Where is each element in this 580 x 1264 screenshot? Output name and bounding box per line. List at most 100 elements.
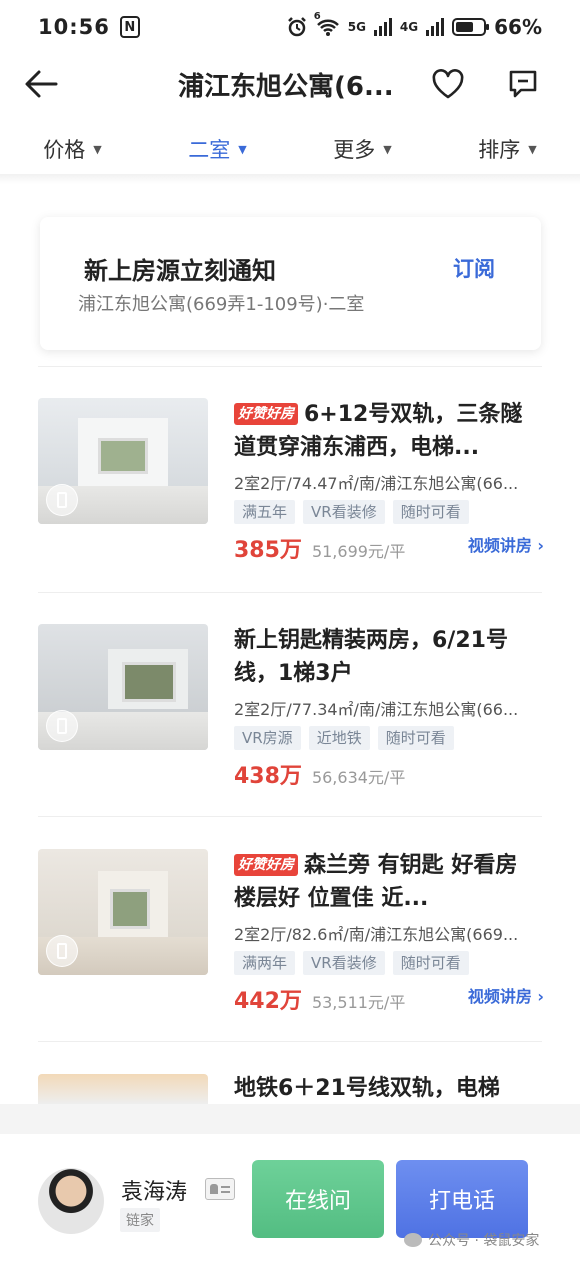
signal-icon xyxy=(373,18,392,36)
agent-name[interactable]: 袁海涛 xyxy=(121,1174,187,1206)
good-house-badge: 好赞好房 xyxy=(234,403,298,425)
tag: 满五年 xyxy=(234,500,296,524)
wifi-icon: 6 xyxy=(314,11,340,37)
listing-meta: 2室2厅/74.47㎡/南/浦江东旭公寓(66... xyxy=(234,474,519,493)
status-bar: 10:56 N 6 5G 4G 66% xyxy=(0,0,580,54)
id-card-icon[interactable] xyxy=(205,1178,235,1200)
listing-info: 好赞好房 森兰旁 有钥匙 好看房 楼层好 位置佳 近... 2室2厅/82.6㎡/… xyxy=(234,849,544,1015)
filter-label: 二室 xyxy=(188,138,231,162)
unit-price: 56,634元/平 xyxy=(311,768,406,787)
watermark: 公众号 · 袋鼠安家 xyxy=(404,1230,539,1250)
nfc-icon: N xyxy=(119,16,140,38)
price-row: 442万 53,511元/平 视频讲房 › xyxy=(234,983,544,1015)
chevron-down-icon: ▼ xyxy=(528,142,537,156)
unit-price: 51,699元/平 xyxy=(311,542,406,561)
signal-icon-2 xyxy=(426,18,445,36)
listing-photo xyxy=(38,624,208,750)
listing-tags: 满五年 VR看装修 随时可看 xyxy=(234,500,544,524)
chevron-down-icon: ▼ xyxy=(383,142,392,156)
header: 浦江东旭公寓(6... xyxy=(0,54,580,114)
video-tour-link[interactable]: 视频讲房 › xyxy=(468,532,544,556)
total-price: 385万 xyxy=(234,538,302,563)
subscribe-title: 新上房源立刻通知 xyxy=(84,257,276,285)
chevron-down-icon: ▼ xyxy=(238,142,247,156)
listing-photo-partial[interactable] xyxy=(38,1074,208,1104)
tag: 近地铁 xyxy=(308,726,370,750)
bottom-separator xyxy=(0,1104,580,1134)
filter-rooms[interactable]: 二室 ▼ xyxy=(145,124,290,174)
video-tour-label: 视频讲房 xyxy=(467,536,532,555)
listing-card[interactable]: 新上钥匙精装两房，6/21号线，1梯3户 2室2厅/77.34㎡/南/浦江东旭公… xyxy=(38,624,542,789)
alarm-icon xyxy=(287,17,306,37)
filter-bar: 价格 ▼ 二室 ▼ 更多 ▼ 排序 ▼ xyxy=(0,124,580,174)
divider xyxy=(38,366,542,367)
call-button[interactable]: 打电话 xyxy=(396,1160,528,1238)
listing-card[interactable]: 好赞好房 森兰旁 有钥匙 好看房 楼层好 位置佳 近... 2室2厅/82.6㎡/… xyxy=(38,849,544,1014)
video-tour-link[interactable]: 视频讲房 › xyxy=(468,983,544,1007)
heart-icon xyxy=(432,69,464,99)
subscribe-description: 浦江东旭公寓(669弄1-109号)·二室 xyxy=(78,294,365,315)
battery-percentage: 66% xyxy=(494,15,542,39)
filter-label: 排序 xyxy=(478,138,521,162)
back-arrow-icon xyxy=(25,70,58,98)
filter-more[interactable]: 更多 ▼ xyxy=(290,124,435,174)
tag: VR看装修 xyxy=(303,500,385,524)
listing-card[interactable]: 好赞好房 6+12号双轨，三条隧道贯穿浦东浦西，电梯... 2室2厅/74.47㎡… xyxy=(38,398,544,563)
listing-photo xyxy=(38,398,208,524)
unit-price: 53,511元/平 xyxy=(311,993,406,1012)
listing-info: 好赞好房 6+12号双轨，三条隧道贯穿浦东浦西，电梯... 2室2厅/74.47㎡… xyxy=(234,398,544,564)
battery-icon xyxy=(452,18,490,36)
listing-title: 新上钥匙精装两房，6/21号线，1梯3户 xyxy=(234,624,544,690)
network-5g-label: 5G xyxy=(347,20,366,34)
filter-label: 更多 xyxy=(333,138,376,162)
page-title: 浦江东旭公寓(6... xyxy=(178,72,394,102)
listing-info: 新上钥匙精装两房，6/21号线，1梯3户 2室2厅/77.34㎡/南/浦江东旭公… xyxy=(234,624,544,790)
filter-sort[interactable]: 排序 ▼ xyxy=(435,124,580,174)
filter-shadow xyxy=(0,174,580,184)
photo-window xyxy=(110,889,150,929)
back-button[interactable] xyxy=(22,66,62,102)
subscribe-card: 新上房源立刻通知 订阅 浦江东旭公寓(669弄1-109号)·二室 xyxy=(40,217,541,350)
photo-window xyxy=(98,438,148,474)
tag: VR看装修 xyxy=(303,951,385,975)
subscribe-button[interactable]: 订阅 xyxy=(453,253,495,283)
status-time: 10:56 xyxy=(38,15,110,39)
wifi-badge: 6 xyxy=(313,11,321,22)
tag: 随时可看 xyxy=(392,500,469,524)
avatar[interactable] xyxy=(38,1168,104,1234)
agent-company: 链家 xyxy=(120,1208,160,1232)
chat-icon xyxy=(509,70,537,98)
chevron-right-icon: › xyxy=(537,536,544,555)
battery-fill xyxy=(456,22,474,32)
price-row: 438万 56,634元/平 xyxy=(234,758,544,790)
listing-meta: 2室2厅/77.34㎡/南/浦江东旭公寓(66... xyxy=(234,700,519,719)
chevron-down-icon: ▼ xyxy=(93,142,102,156)
message-button[interactable] xyxy=(505,66,541,102)
wechat-icon xyxy=(404,1233,422,1247)
total-price: 442万 xyxy=(234,989,302,1014)
tag: 随时可看 xyxy=(392,951,469,975)
vr-icon xyxy=(46,484,78,516)
tag: 满两年 xyxy=(234,951,296,975)
listing-meta: 2室2厅/82.6㎡/南/浦江东旭公寓(669... xyxy=(234,925,519,944)
good-house-badge: 好赞好房 xyxy=(234,854,298,876)
listing-photo xyxy=(38,849,208,975)
listing-tags: VR房源 近地铁 随时可看 xyxy=(234,726,544,750)
listing-title-partial[interactable]: 地铁6＋21号线双轨，电梯 xyxy=(234,1070,500,1102)
favorite-button[interactable] xyxy=(430,66,466,102)
listing-title-text: 新上钥匙精装两房，6/21号线，1梯3户 xyxy=(234,628,508,686)
total-price: 438万 xyxy=(234,764,302,789)
tag: 随时可看 xyxy=(377,726,454,750)
price-row: 385万 51,699元/平 视频讲房 › xyxy=(234,532,544,564)
listing-title: 好赞好房 森兰旁 有钥匙 好看房 楼层好 位置佳 近... xyxy=(234,849,544,915)
agent-bar: 袁海涛 链家 在线问 打电话 公众号 · 袋鼠安家 xyxy=(0,1134,580,1264)
vr-icon xyxy=(46,710,78,742)
filter-label: 价格 xyxy=(43,138,86,162)
tag: VR房源 xyxy=(234,726,301,750)
network-4g-label: 4G xyxy=(399,20,419,34)
filter-price[interactable]: 价格 ▼ xyxy=(0,124,145,174)
chevron-right-icon: › xyxy=(537,987,544,1006)
divider xyxy=(38,1041,542,1042)
divider xyxy=(38,816,542,817)
online-chat-button[interactable]: 在线问 xyxy=(252,1160,384,1238)
